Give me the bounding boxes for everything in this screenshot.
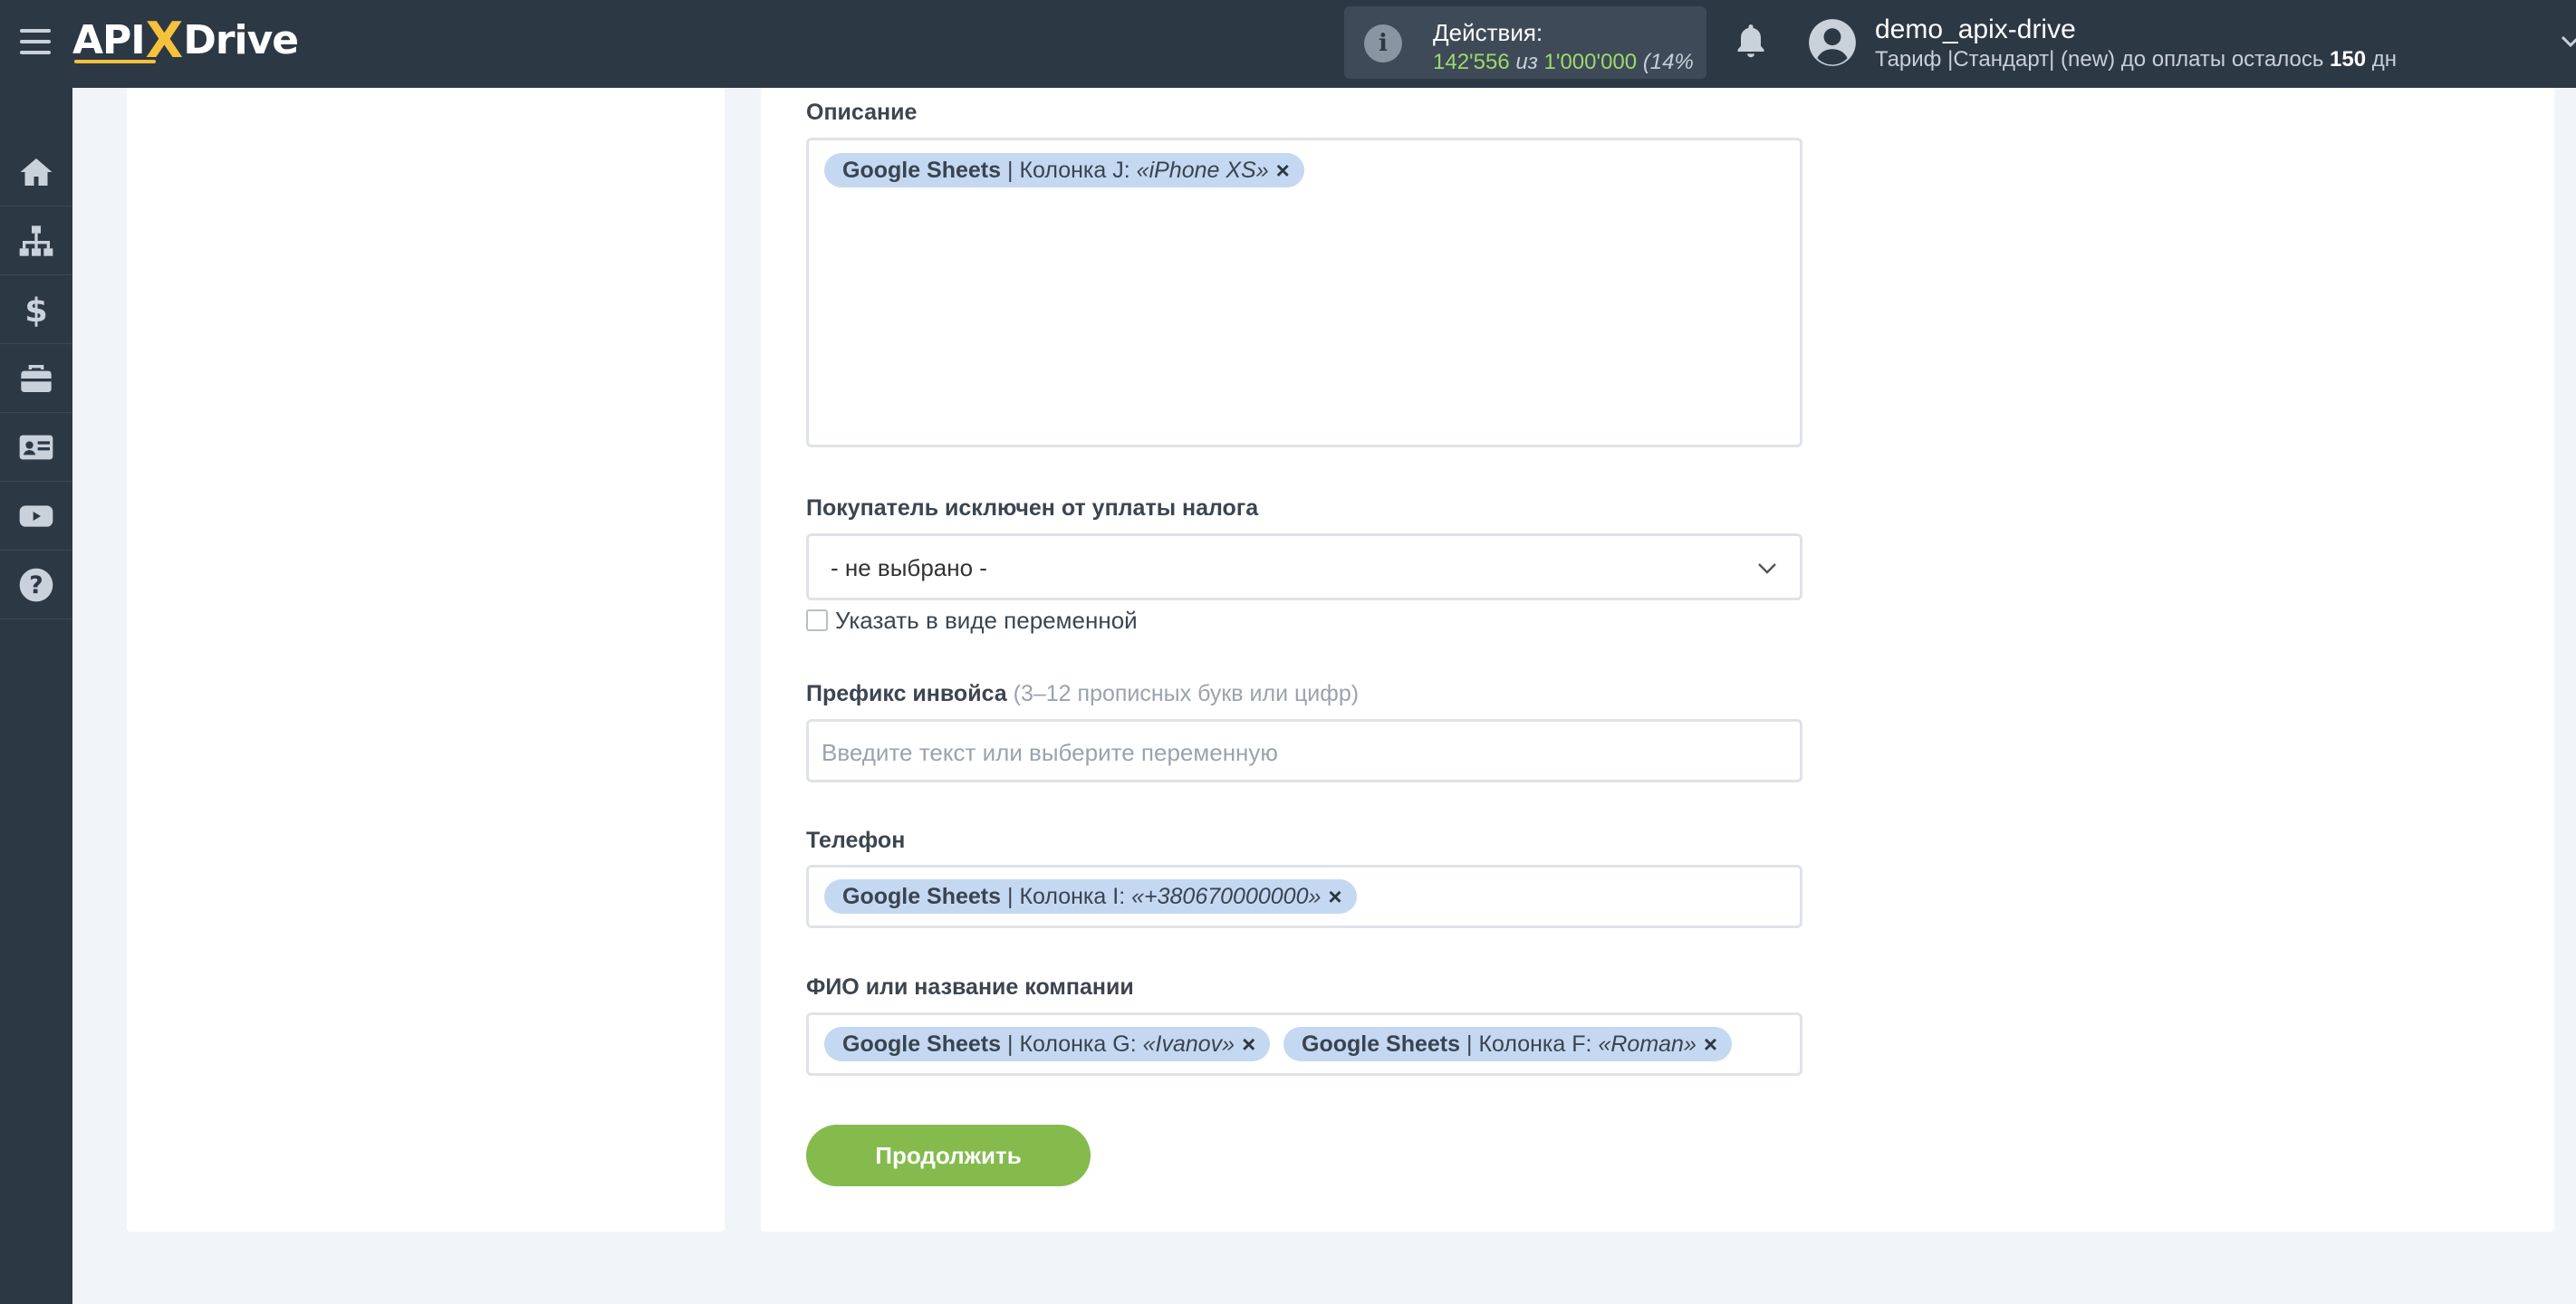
phone-field[interactable]: Google Sheets | Колонка I: «+38067000000… (806, 865, 1802, 928)
home-icon (20, 158, 53, 186)
menu-toggle-icon[interactable] (20, 29, 51, 54)
description-field[interactable]: Google Sheets | Колонка J: «iPhone XS» × (806, 138, 1802, 447)
apix-drive-logo[interactable]: API X Drive (72, 12, 299, 69)
briefcase-icon (21, 364, 52, 392)
phone-label: Телефон (806, 828, 906, 853)
chevron-down-icon[interactable] (2560, 33, 2576, 51)
remove-tag-icon[interactable]: × (1328, 883, 1341, 911)
chevron-down-icon (1758, 563, 1776, 574)
actions-counter[interactable]: i Действия: 142'556 из 1'000'000 (14% (1344, 6, 1706, 79)
top-bar: API X Drive i Действия: 142'556 из 1'000'0… (0, 0, 2576, 88)
svg-text:?: ? (29, 571, 43, 599)
sidebar-item-connections[interactable] (0, 206, 72, 275)
remove-tag-icon[interactable]: × (1276, 157, 1290, 185)
tax-exempt-select[interactable]: - не выбрано - (806, 533, 1802, 600)
sidebar-item-help[interactable]: ? (0, 551, 72, 619)
info-icon: i (1364, 24, 1402, 62)
as-variable-label[interactable]: Указать в виде переменной (835, 607, 1138, 635)
dollar-icon: $ (24, 292, 48, 328)
bell-icon[interactable] (1734, 22, 1768, 62)
invoice-prefix-hint: (3–12 прописных букв или цифр) (1013, 681, 1360, 706)
invoice-prefix-input[interactable]: Введите текст или выберите переменную (806, 719, 1802, 782)
as-variable-checkbox[interactable] (806, 609, 828, 631)
left-sidebar: $ ? (0, 88, 72, 1304)
remove-tag-icon[interactable]: × (1704, 1031, 1717, 1059)
sidebar-item-billing[interactable]: $ (0, 275, 72, 344)
variable-tag[interactable]: Google Sheets | Колонка G: «Ivanov» × (824, 1027, 1271, 1061)
actions-title: Действия: (1433, 19, 1543, 46)
id-card-icon (19, 435, 53, 459)
placeholder: Введите текст или выберите переменную (822, 739, 1278, 766)
left-panel (127, 88, 725, 1232)
variable-tag[interactable]: Google Sheets | Колонка J: «iPhone XS» × (824, 153, 1304, 187)
sitemap-icon (19, 225, 53, 256)
fio-label: ФИО или название компании (806, 974, 1134, 1000)
description-label: Описание (806, 100, 918, 125)
youtube-icon (19, 504, 53, 527)
variable-tag[interactable]: Google Sheets | Колонка F: «Roman» × (1283, 1027, 1733, 1061)
tax-exempt-label: Покупатель исключен от уплаты налога (806, 495, 1259, 521)
username[interactable]: demo_apix-drive (1875, 14, 2076, 45)
invoice-prefix-label: Префикс инвойса (3–12 прописных букв или… (806, 681, 1360, 706)
fio-field[interactable]: Google Sheets | Колонка G: «Ivanov» × Go… (806, 1012, 1802, 1076)
select-value: - не выбрано - (831, 554, 987, 581)
actions-count: 142'556 из 1'000'000 (14% (1433, 50, 1694, 74)
help-icon: ? (19, 568, 53, 601)
sidebar-item-home[interactable] (0, 138, 72, 206)
sidebar-item-services[interactable] (0, 344, 72, 413)
sidebar-item-profile[interactable] (0, 413, 72, 482)
variable-tag[interactable]: Google Sheets | Колонка I: «+38067000000… (824, 879, 1357, 914)
remove-tag-icon[interactable]: × (1242, 1031, 1255, 1059)
sidebar-item-video[interactable] (0, 482, 72, 551)
continue-button[interactable]: Продолжить (806, 1125, 1091, 1186)
svg-text:$: $ (24, 292, 48, 328)
user-avatar-icon[interactable] (1808, 18, 1857, 67)
tariff-info: Тариф |Стандарт| (new) до оплаты осталос… (1875, 47, 2398, 72)
